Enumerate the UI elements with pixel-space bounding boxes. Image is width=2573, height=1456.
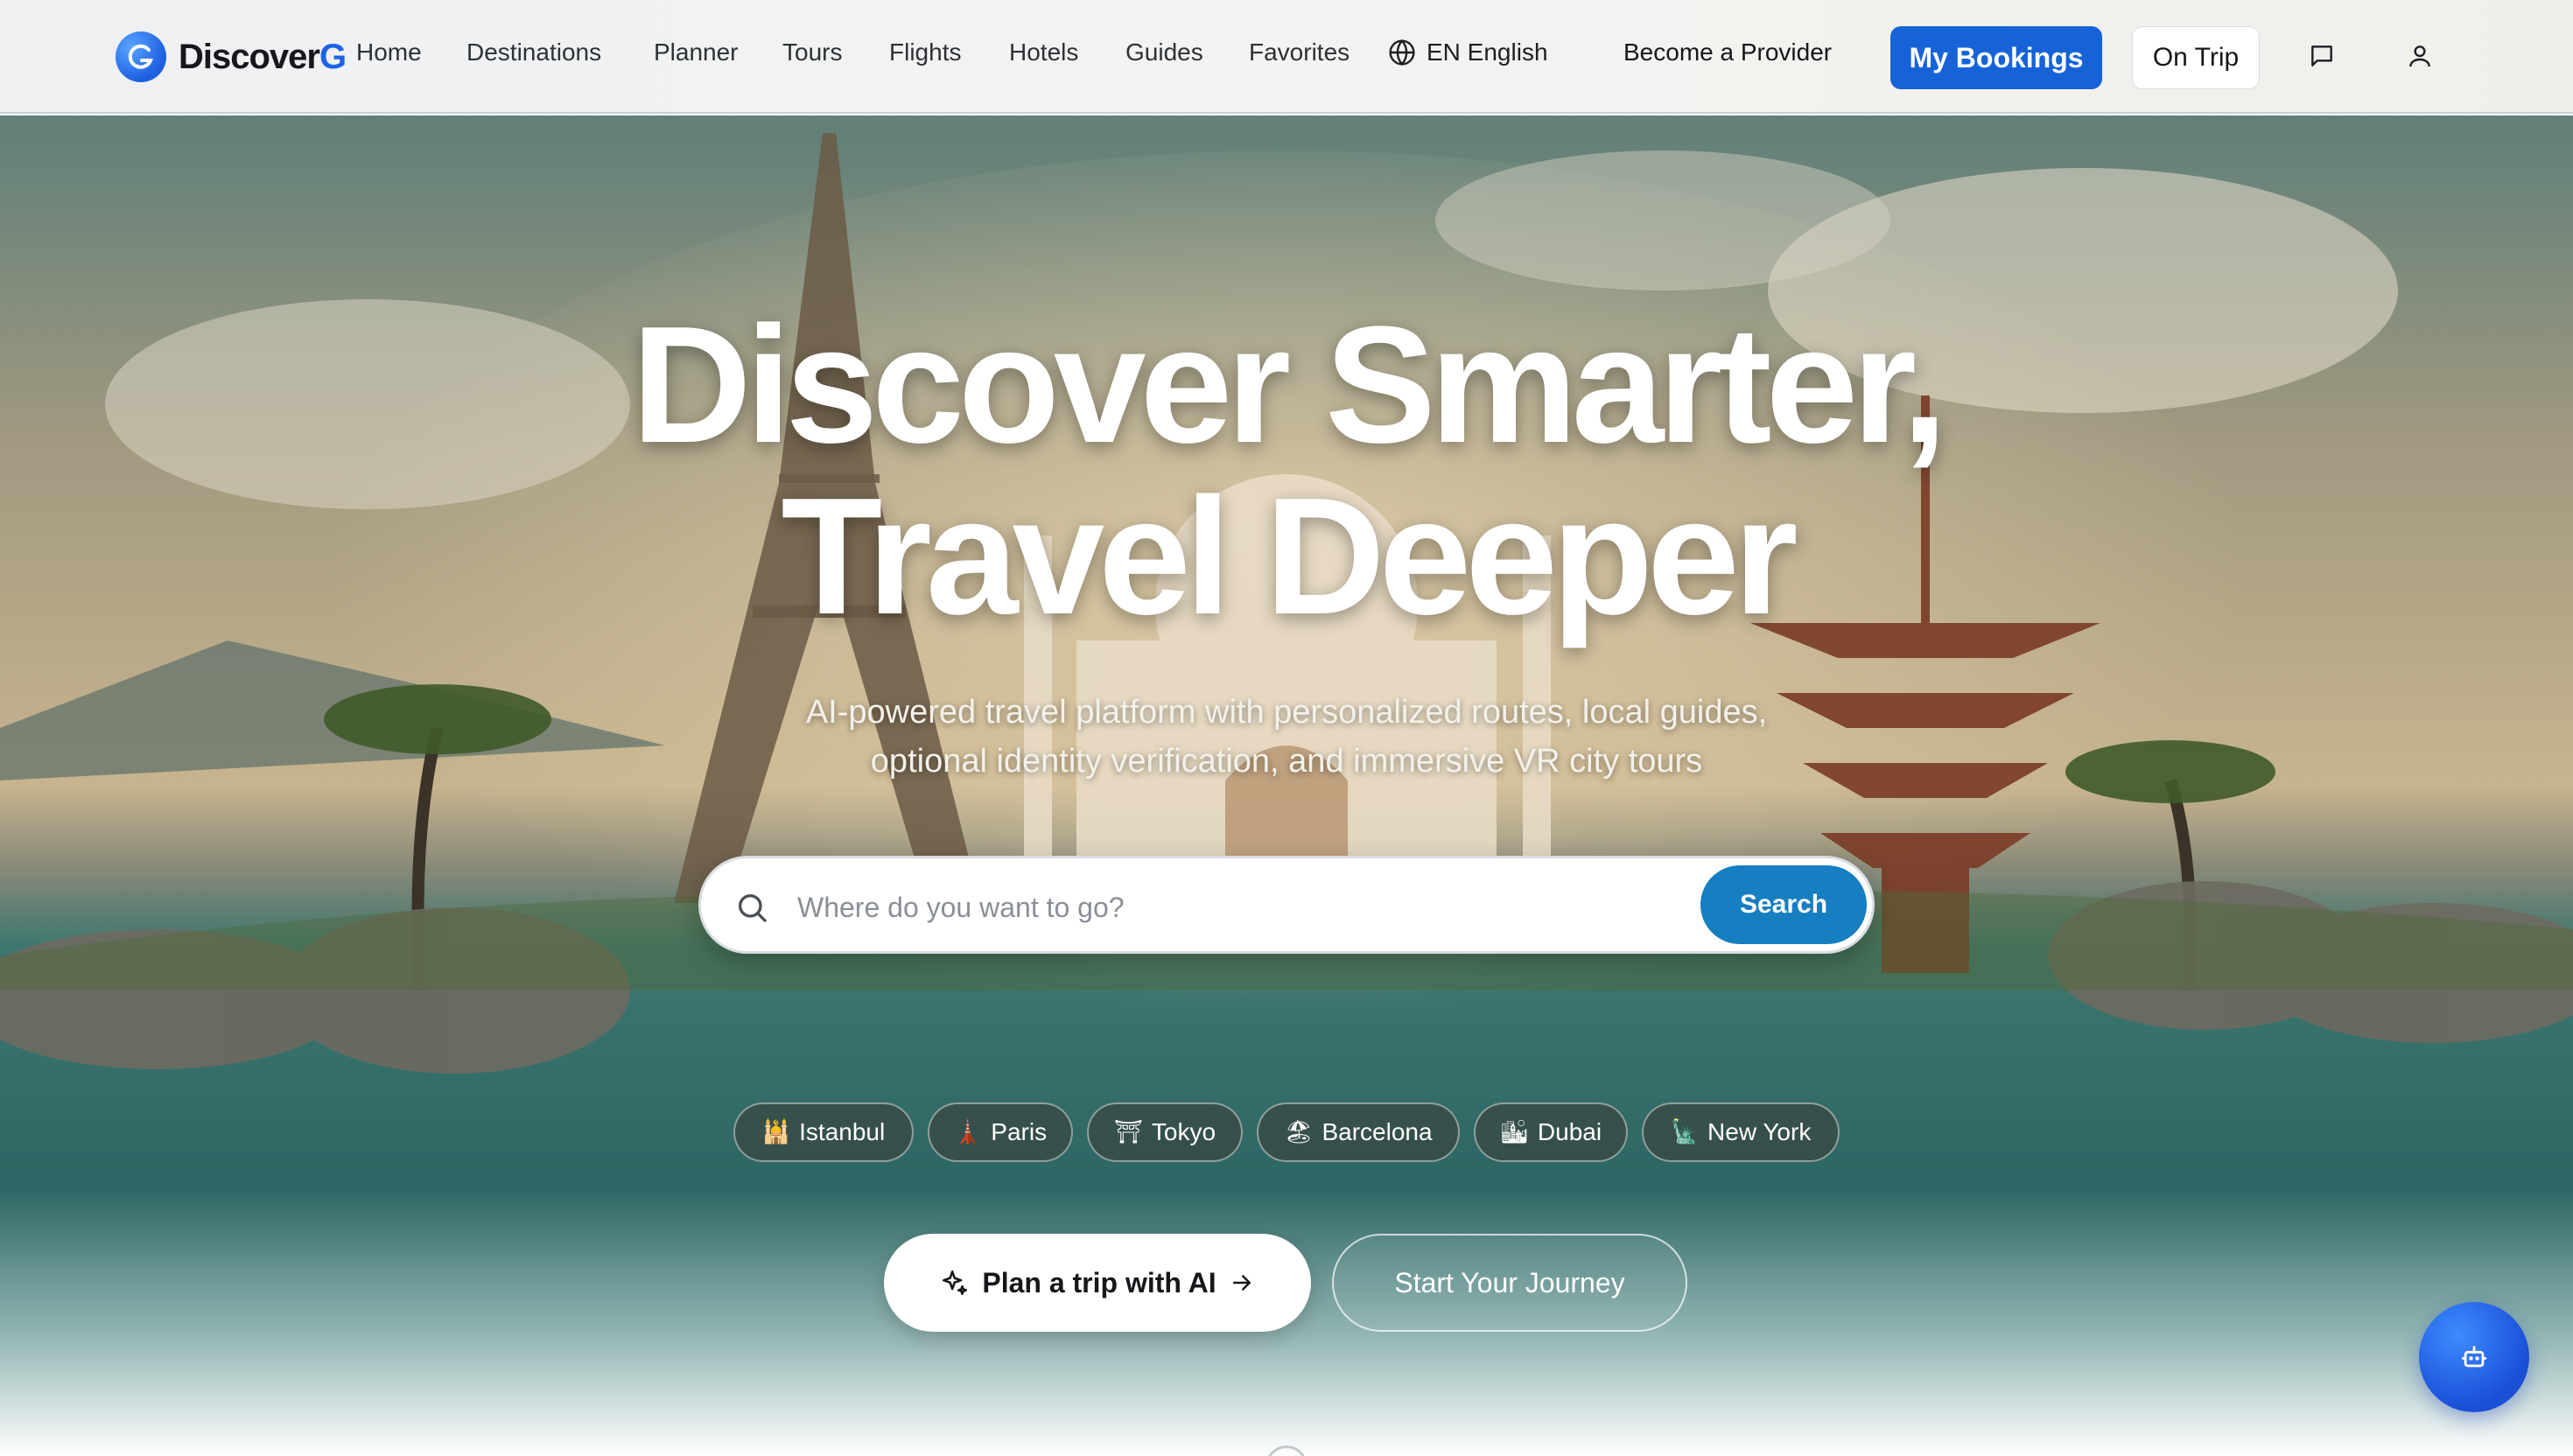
on-trip-button[interactable]: On Trip bbox=[2132, 26, 2260, 89]
brand-logo-icon bbox=[116, 32, 166, 82]
arrow-right-icon bbox=[1232, 1275, 1251, 1291]
ai-assistant-chat-button[interactable] bbox=[2419, 1302, 2529, 1412]
quick-destination-new-york[interactable]: 🗽 New York bbox=[1642, 1102, 1840, 1162]
brand-logo-link[interactable]: DiscoverG bbox=[116, 32, 347, 82]
messages-button[interactable] bbox=[2304, 38, 2339, 74]
beach-icon: 🏖 bbox=[1284, 1119, 1314, 1145]
top-navbar: DiscoverG Home Destinations Planner Tour… bbox=[0, 0, 2573, 114]
mosque-icon: 🕌 bbox=[761, 1119, 791, 1145]
my-bookings-button[interactable]: My Bookings bbox=[1890, 26, 2102, 89]
search-icon bbox=[739, 893, 767, 922]
nav-destinations[interactable]: Destinations bbox=[466, 38, 601, 66]
quick-destination-paris[interactable]: 🗼 Paris bbox=[928, 1102, 1073, 1162]
message-square-icon bbox=[2311, 46, 2332, 66]
nav-home[interactable]: Home bbox=[356, 38, 422, 66]
user-icon bbox=[2409, 46, 2430, 67]
sparkles-icon bbox=[943, 1270, 968, 1296]
nav-hotels[interactable]: Hotels bbox=[1009, 38, 1078, 66]
language-label: EN English bbox=[1427, 38, 1548, 66]
hero-section: Discover Smarter, Travel Deeper AI-powere… bbox=[0, 116, 2573, 1456]
hero-subtitle: AI-powered travel platform with personal… bbox=[805, 694, 1768, 780]
plan-trip-ai-button[interactable]: Plan a trip with AI bbox=[884, 1234, 1311, 1332]
quick-destination-dubai[interactable]: 🏙 Dubai bbox=[1474, 1102, 1628, 1162]
brand-name: DiscoverG bbox=[179, 37, 347, 76]
search-button[interactable]: Search bbox=[1700, 865, 1867, 944]
statue-of-liberty-icon: 🗽 bbox=[1670, 1119, 1700, 1145]
globe-icon bbox=[1389, 38, 1415, 66]
nav-flights[interactable]: Flights bbox=[889, 38, 961, 66]
destination-search-bar: Search bbox=[698, 856, 1875, 954]
torii-gate-icon: ⛩ bbox=[1113, 1119, 1143, 1145]
bot-icon bbox=[2461, 1346, 2487, 1368]
quick-destination-istanbul[interactable]: 🕌 Istanbul bbox=[733, 1102, 914, 1162]
quick-destination-barcelona[interactable]: 🏖 Barcelona bbox=[1257, 1102, 1460, 1162]
nav-planner[interactable]: Planner bbox=[654, 38, 739, 66]
nav-tours[interactable]: Tours bbox=[782, 38, 842, 66]
account-button[interactable] bbox=[2402, 38, 2437, 74]
become-provider-link[interactable]: Become a Provider bbox=[1623, 38, 1832, 66]
cityscape-icon: 🏙 bbox=[1499, 1119, 1529, 1145]
hero-title: Discover Smarter, Travel Deeper bbox=[631, 292, 1948, 649]
start-journey-button[interactable]: Start Your Journey bbox=[1332, 1234, 1687, 1332]
language-selector[interactable]: EN English bbox=[1388, 38, 1548, 66]
destination-search-input[interactable] bbox=[797, 883, 1497, 932]
nav-guides[interactable]: Guides bbox=[1125, 38, 1203, 66]
nav-favorites[interactable]: Favorites bbox=[1249, 38, 1350, 66]
eiffel-tower-icon: 🗼 bbox=[953, 1119, 983, 1145]
quick-destination-tokyo[interactable]: ⛩ Tokyo bbox=[1087, 1102, 1243, 1162]
